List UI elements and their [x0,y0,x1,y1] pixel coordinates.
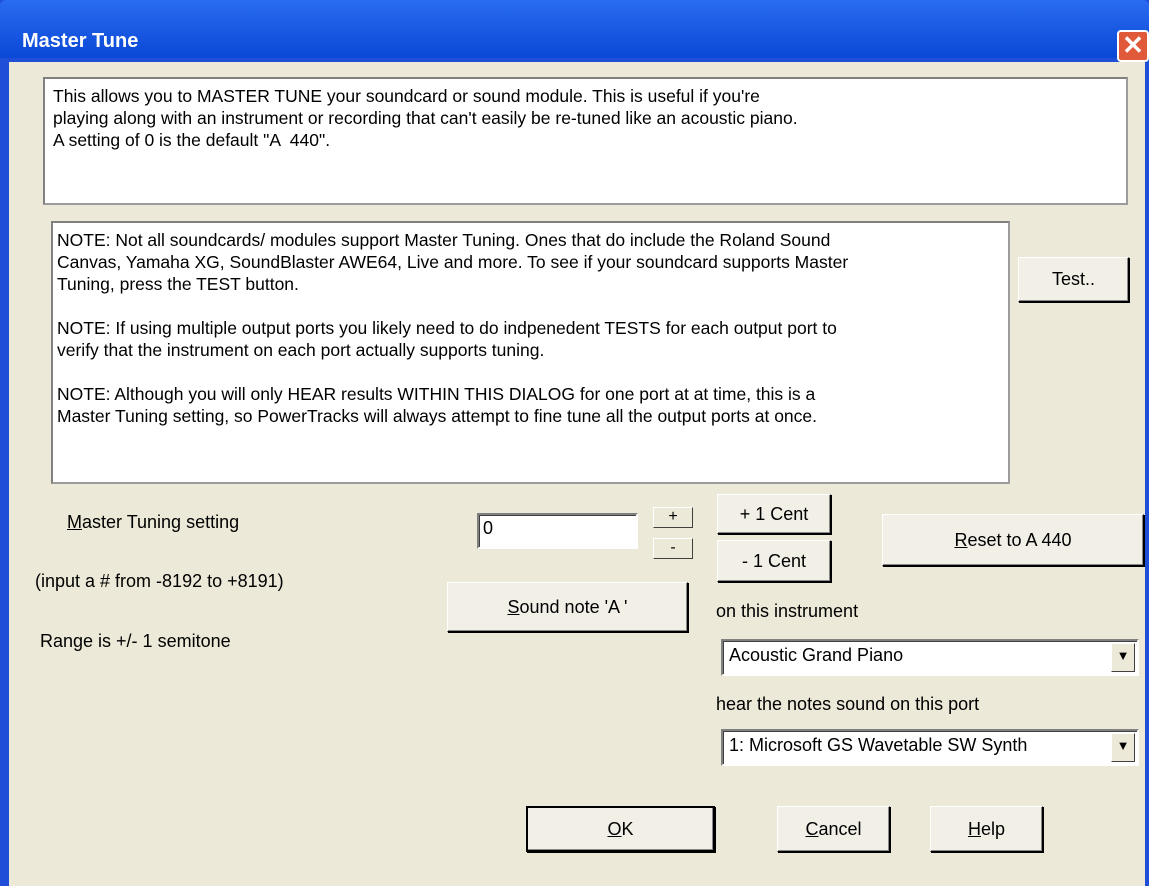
decrement-button[interactable]: - [653,538,693,559]
input-range-hint: (input a # from -8192 to +8191) [35,571,284,591]
increment-button[interactable]: + [653,507,693,528]
sound-note-button[interactable]: Sound note 'A ' [447,582,688,632]
help-button[interactable]: Help [930,806,1043,852]
chevron-down-icon[interactable]: ▼ [1111,733,1135,762]
plus-cent-button[interactable]: + 1 Cent [717,494,831,534]
ok-button-label: OK [607,818,634,839]
semitone-range-text: Range is +/- 1 semitone [40,631,231,651]
test-button[interactable]: Test.. [1018,257,1129,302]
port-selected-value: 1: Microsoft GS Wavetable SW Synth [729,735,1028,755]
cancel-button-label: Cancel [805,818,862,839]
intro-textbox: This allows you to MASTER TUNE your soun… [43,77,1128,205]
reset-a440-button[interactable]: Reset to A 440 [882,514,1144,566]
help-button-label: Help [967,818,1006,839]
dialog-title: Master Tune [22,30,139,52]
instrument-selected-value: Acoustic Grand Piano [729,645,904,665]
ok-button[interactable]: OK [526,806,715,852]
master-tuning-label: Master Tuning setting [67,512,240,532]
close-icon[interactable]: ✕ [1117,30,1149,62]
notes-textbox[interactable]: NOTE: Not all soundcards/ modules suppor… [51,221,1010,484]
instrument-label: on this instrument [716,601,859,621]
plus-cent-label: + 1 Cent [739,503,809,524]
cancel-button[interactable]: Cancel [777,806,890,852]
sound-note-label: Sound note 'A ' [507,596,628,617]
port-select[interactable]: 1: Microsoft GS Wavetable SW Synth ▼ [721,729,1139,766]
master-tuning-input[interactable]: 0 [477,513,638,549]
minus-cent-label: - 1 Cent [741,550,807,571]
dialog-client-area: This allows you to MASTER TUNE your soun… [9,62,1145,886]
chevron-down-icon[interactable]: ▼ [1111,643,1135,672]
test-button-label: Test.. [1051,269,1095,289]
dialog-window: Master Tune ✕ This allows you to MASTER … [0,0,1149,886]
reset-a440-label: Reset to A 440 [954,529,1072,550]
minus-cent-button[interactable]: - 1 Cent [717,540,831,582]
instrument-select[interactable]: Acoustic Grand Piano ▼ [721,639,1139,676]
title-bar[interactable]: Master Tune ✕ [0,0,1149,62]
port-label: hear the notes sound on this port [716,694,980,714]
